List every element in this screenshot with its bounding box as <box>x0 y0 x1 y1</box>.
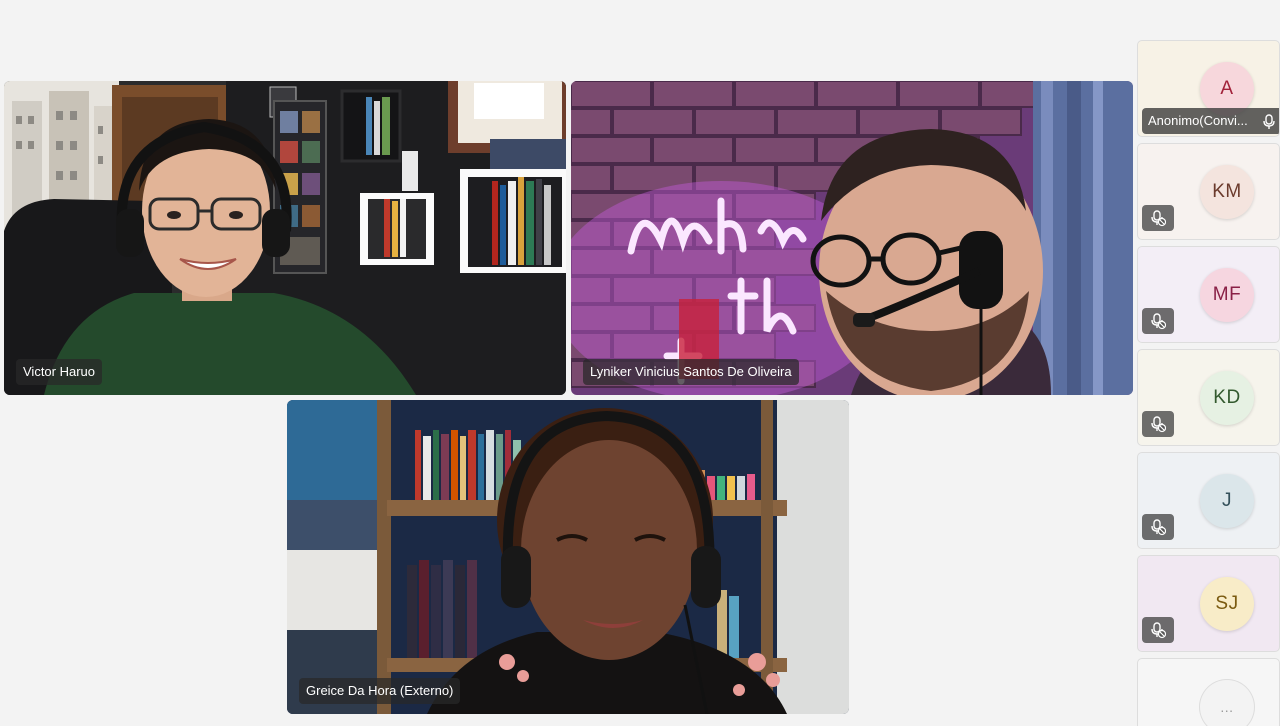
mic-muted-icon <box>1142 617 1174 643</box>
participant-name-label: Lyniker Vinicius Santos De Oliveira <box>583 359 799 385</box>
avatar: KD <box>1200 371 1254 425</box>
participant-name-label: Victor Haruo <box>16 359 103 385</box>
avatar: SJ <box>1200 577 1254 631</box>
mic-icon <box>1262 113 1276 134</box>
participant-card-j[interactable]: J <box>1137 452 1280 549</box>
mic-muted-icon <box>1142 308 1174 334</box>
participant-card-km[interactable]: KM <box>1137 143 1280 240</box>
participant-name-text: Anonimo(Convi... <box>1148 113 1248 128</box>
avatar: J <box>1200 474 1254 528</box>
video-tile-victor-haruo[interactable]: Victor Haruo <box>4 81 566 395</box>
video-feed <box>571 81 1133 395</box>
mic-muted-icon <box>1142 205 1174 231</box>
participant-name-label: Greice Da Hora (Externo) <box>299 678 461 704</box>
participant-name-label: Anonimo(Convi... <box>1142 108 1279 134</box>
participant-card-anonimo[interactable]: A Anonimo(Convi... <box>1137 40 1280 137</box>
video-feed <box>287 400 849 714</box>
avatar: MF <box>1200 268 1254 322</box>
meeting-stage: Victor Haruo Lyniker Vinicius Santos De … <box>0 0 1280 726</box>
participant-card-more[interactable]: ... <box>1137 658 1280 726</box>
avatar: KM <box>1200 165 1254 219</box>
video-tile-lyniker[interactable]: Lyniker Vinicius Santos De Oliveira <box>571 81 1133 395</box>
mic-muted-icon <box>1142 411 1174 437</box>
participant-card-sj[interactable]: SJ <box>1137 555 1280 652</box>
participant-sidebar: A Anonimo(Convi... KM MF KD J SJ ... <box>1137 40 1280 726</box>
video-feed <box>4 81 566 395</box>
more-participants-avatar: ... <box>1200 680 1254 726</box>
mic-muted-icon <box>1142 514 1174 540</box>
video-tile-greice-da-hora[interactable]: Greice Da Hora (Externo) <box>287 400 849 714</box>
participant-card-mf[interactable]: MF <box>1137 246 1280 343</box>
participant-card-kd[interactable]: KD <box>1137 349 1280 446</box>
